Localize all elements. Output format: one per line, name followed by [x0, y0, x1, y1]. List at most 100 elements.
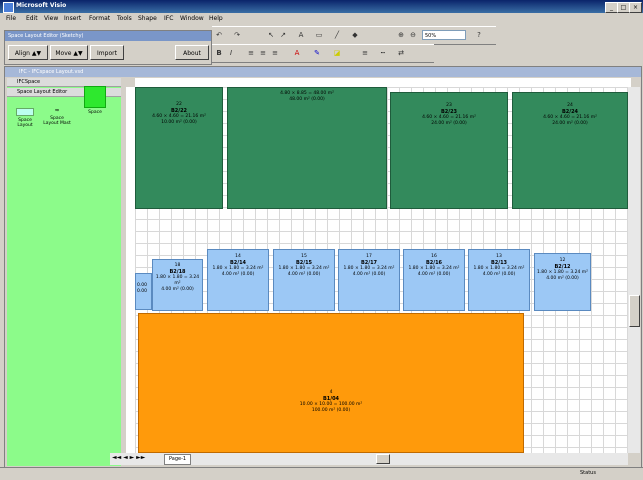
line-tool-icon[interactable]: ╱: [332, 30, 342, 40]
line-ends-icon[interactable]: ⇄: [396, 48, 406, 58]
undo-icon[interactable]: ↶: [214, 30, 224, 40]
space-area: 4.00 m² (0.00): [221, 272, 255, 277]
space-shape[interactable]: 15 B2/15 1.80 × 1.80 = 3.24 m² 4.00 m² (…: [273, 249, 335, 311]
space-layout-shape-icon: [16, 108, 34, 116]
space-shape[interactable]: 24 B2/24 4.60 × 4.60 = 21.16 m² 24.00 m²…: [512, 92, 628, 209]
space-editor-title: Space Layout Editor (Sketchy): [5, 31, 211, 41]
space-shape[interactable]: 14 B2/14 1.80 × 1.80 = 3.24 m² 4.00 m² (…: [207, 249, 269, 311]
move-button[interactable]: Move ▲▼: [50, 45, 88, 60]
space-area: 24.00 m² (0.00): [552, 121, 588, 126]
document-title: IFC - IFCspace Layout.vsd: [5, 67, 641, 77]
stencil-space-layout-mast[interactable]: ≈ Space Layout Mast: [43, 107, 71, 127]
zoom-select[interactable]: 50%: [422, 30, 466, 40]
align-right-icon[interactable]: ≡: [270, 48, 280, 58]
menu-tools[interactable]: Tools: [117, 15, 132, 22]
stencil-label-space: Space: [88, 110, 102, 115]
redo-icon[interactable]: ↷: [232, 30, 242, 40]
line-color-icon[interactable]: ✎: [312, 48, 322, 58]
space-dimensions: 1.80 × 1.80 = 3.24 m²: [473, 266, 525, 271]
space-dimensions: 4.60 × 4.60 = 21.16 m²: [543, 115, 597, 120]
space-dimensions: 4.80 × 8.85 = 48.00 m²: [280, 91, 334, 96]
align-center-icon[interactable]: ≡: [258, 48, 268, 58]
rectangle-tool-icon[interactable]: ▭: [314, 30, 324, 40]
import-button[interactable]: Import: [90, 45, 124, 60]
space-dimensions: 1.80 × 1.80 = 3.24 m²: [278, 266, 330, 271]
align-left-icon[interactable]: ≡: [246, 48, 256, 58]
help-icon[interactable]: ?: [474, 30, 484, 40]
menu-edit[interactable]: Edit: [26, 15, 38, 22]
vertical-scrollbar[interactable]: [628, 87, 640, 453]
space-area: 100.00 m² (0.00): [311, 408, 351, 413]
line-weight-icon[interactable]: ≡: [360, 48, 370, 58]
space-area: 4.00 m² (0.00): [161, 287, 194, 292]
space-dimensions: 1.80 × 1.80 = 3.24 m²: [343, 266, 395, 271]
status-bar: Status: [0, 467, 643, 480]
font-color-icon[interactable]: A: [292, 48, 302, 58]
space-dimensions: 10.00 × 10.00 = 100.00 m²: [299, 402, 363, 407]
space-dimensions: 1.80 × 1.80 = 3.24 m²: [212, 266, 264, 271]
menu-format[interactable]: Format: [89, 15, 110, 22]
stencil-label-space-layout: Space Layout: [17, 118, 33, 128]
menu-ifc[interactable]: IFC: [164, 15, 173, 22]
space-shape[interactable]: 12 B2/12 1.80 × 1.80 = 3.24 m² 4.00 m² (…: [534, 253, 591, 311]
space-area: 4.00 m² (0.00): [352, 272, 386, 277]
stencil-space-layout[interactable]: Space Layout: [11, 108, 39, 128]
space-shape[interactable]: 22 B2/22 4.60 × 4.60 = 21.16 m² 10.00 m²…: [135, 87, 223, 209]
pointer-tool-icon[interactable]: ↖: [266, 30, 276, 40]
window-title: Microsoft Visio: [16, 2, 67, 9]
space-shape[interactable]: 4 B1/04 10.00 × 10.00 = 100.00 m² 100.00…: [138, 313, 524, 453]
align-button[interactable]: Align ▲▼: [8, 45, 48, 60]
space-shape[interactable]: 0.00 0.00: [135, 273, 152, 310]
space-area: 24.00 m² (0.00): [431, 121, 467, 126]
stencil-space[interactable]: Space: [81, 86, 109, 115]
space-dimensions: 1.80 × 1.80 = 3.24 m²: [408, 266, 460, 271]
bold-icon[interactable]: B: [214, 48, 224, 58]
vertical-scroll-thumb[interactable]: [629, 295, 640, 327]
master-shape-icon: ≈: [54, 107, 60, 114]
line-pattern-icon[interactable]: ┅: [378, 48, 388, 58]
fill-color-icon[interactable]: ◪: [332, 48, 342, 58]
close-button[interactable]: ×: [629, 2, 642, 13]
menu-shape[interactable]: Shape: [138, 15, 157, 22]
space-dimensions: 1.80 × 1.80 = 3.24 m²: [537, 270, 588, 275]
space-shape[interactable]: 16 B2/16 1.80 × 1.80 = 3.24 m² 4.00 m² (…: [403, 249, 465, 311]
menu-bar: File Edit View Insert Format Tools Shape…: [0, 13, 643, 25]
space-dimensions: 4.60 × 4.60 = 21.16 m²: [422, 115, 476, 120]
space-area: 4.00 m² (0.00): [482, 272, 516, 277]
visio-app-icon: [3, 2, 14, 13]
space-shape[interactable]: 13 B2/13 1.80 × 1.80 = 3.24 m² 4.00 m² (…: [468, 249, 530, 311]
format-toolbar: B I ≡ ≡ ≡ A ✎ ◪ ≡ ┅ ⇄: [212, 44, 434, 63]
space-shape[interactable]: 18 B2/18 1.80 × 1.80 = 3.24 m² 4.00 m² (…: [152, 259, 203, 311]
connector-tool-icon[interactable]: ↗: [278, 30, 288, 40]
space-layout-editor-panel: Space Layout Editor (Sketchy) Align ▲▼ M…: [4, 30, 212, 65]
zoom-out-icon[interactable]: ⊖: [408, 30, 418, 40]
fill-tool-icon[interactable]: ◆: [350, 30, 360, 40]
shapes-panel: IFCSpace Space Layout Editor Space Layou…: [7, 78, 121, 466]
page-nav-icon[interactable]: ◄◄ ◄ ► ►►: [112, 454, 145, 461]
align-button-label: Align: [14, 50, 30, 57]
menu-help[interactable]: Help: [209, 15, 223, 22]
space-shape[interactable]: 23 B2/23 4.60 × 4.60 = 21.16 m² 24.00 m²…: [390, 92, 508, 209]
title-bar: Microsoft Visio _ □ ×: [0, 0, 643, 13]
menu-file[interactable]: File: [6, 15, 16, 22]
zoom-in-icon[interactable]: ⊕: [396, 30, 406, 40]
space-area: 48.00 m² (0.00): [289, 97, 325, 102]
page-tab[interactable]: Page-1: [164, 454, 192, 465]
menu-view[interactable]: View: [44, 15, 58, 22]
space-dimensions: 1.80 × 1.80 = 3.24 m²: [155, 275, 200, 286]
drawing-canvas[interactable]: 22 B2/22 4.60 × 4.60 = 21.16 m² 10.00 m²…: [135, 87, 628, 453]
space-area: 4.00 m² (0.00): [417, 272, 451, 277]
horizontal-scrollbar[interactable]: ◄◄ ◄ ► ►► Page-1: [110, 453, 628, 465]
horizontal-scroll-thumb[interactable]: [376, 454, 390, 464]
space-shape[interactable]: 4.80 × 8.85 = 48.00 m² 48.00 m² (0.00): [227, 87, 387, 209]
text-tool-icon[interactable]: A: [296, 30, 306, 40]
space-shape[interactable]: 17 B2/17 1.80 × 1.80 = 3.24 m² 4.00 m² (…: [338, 249, 400, 311]
standard-toolbar: ↶ ↷ ↖ ↗ A ▭ ╱ ◆ ⊕ ⊖ 50% ?: [212, 26, 496, 45]
italic-icon[interactable]: I: [226, 48, 236, 58]
menu-window[interactable]: Window: [180, 15, 204, 22]
status-text: Status: [580, 470, 596, 476]
space-area: 4.00 m² (0.00): [287, 272, 321, 277]
about-button[interactable]: About: [175, 45, 209, 60]
space-area: 0.00: [137, 289, 148, 294]
menu-insert[interactable]: Insert: [64, 15, 81, 22]
